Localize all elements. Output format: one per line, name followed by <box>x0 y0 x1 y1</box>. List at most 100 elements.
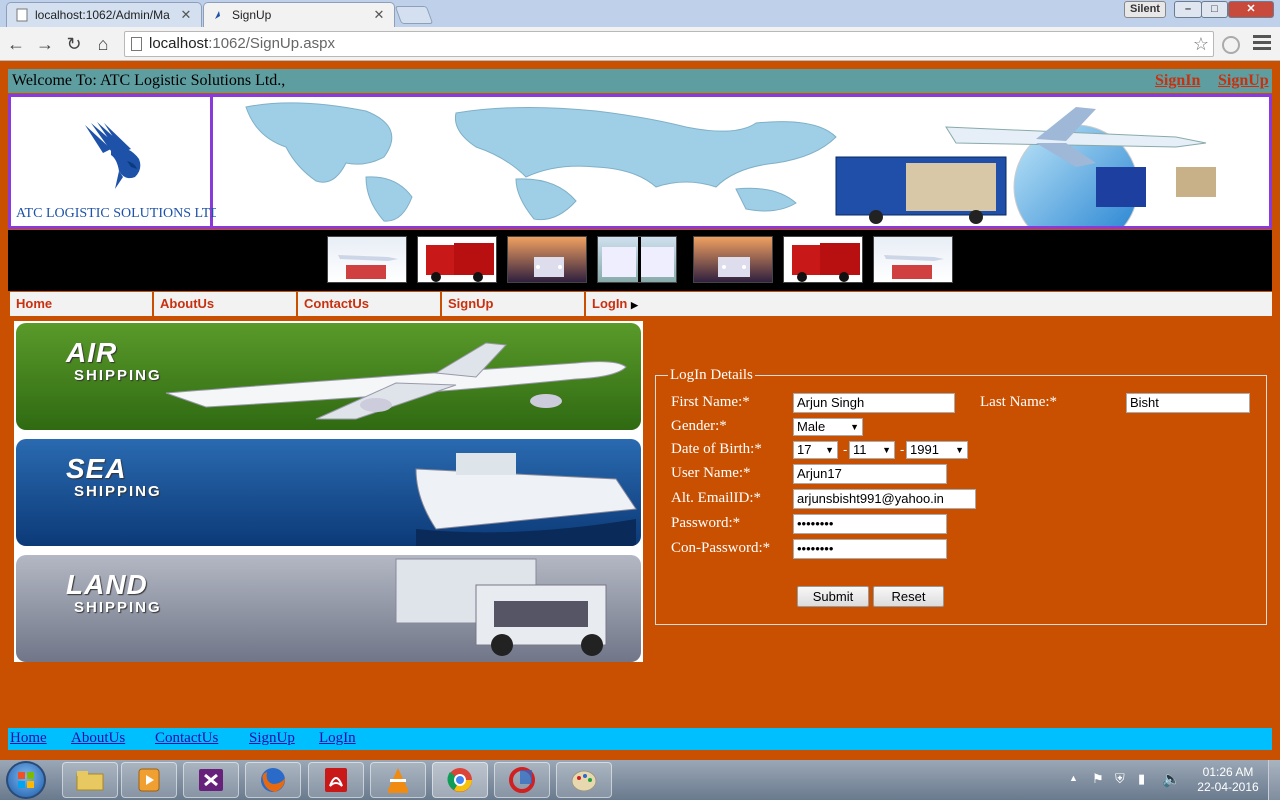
acrobat-taskbar-icon[interactable] <box>308 762 364 798</box>
clock-time: 01:26 AM <box>1202 765 1254 779</box>
footer-link-login[interactable]: LogIn <box>319 730 356 747</box>
welcome-bar: Welcome To: ATC Logistic Solutions Ltd.,… <box>8 69 1272 93</box>
submit-button[interactable]: Submit <box>797 586 869 607</box>
last-name-field[interactable]: Bisht <box>1126 393 1250 413</box>
dob-month-select[interactable]: 11 ▼ <box>849 441 895 459</box>
menu-item-contactus[interactable]: ContactUs <box>296 292 440 316</box>
signin-link[interactable]: SignIn <box>1155 72 1200 90</box>
paint-taskbar-icon[interactable] <box>556 762 612 798</box>
menu-item-home[interactable]: Home <box>8 292 152 316</box>
gender-label: Gender:* <box>671 418 727 434</box>
bookmark-star-icon[interactable]: ☆ <box>1193 32 1209 56</box>
world-map-image <box>245 102 1216 250</box>
gender-value: Male <box>797 419 826 434</box>
email-label: Alt. EmailID:* <box>671 490 761 506</box>
footer-bar: Home AboutUs ContactUs SignUp LogIn <box>8 728 1272 750</box>
windows-taskbar: ▲ ⚑ ⛨ ▮ 🔈 01:26 AM 22-04-2016 <box>0 760 1280 800</box>
footer-link-home[interactable]: Home <box>10 730 47 747</box>
browser-menu-icon[interactable] <box>1253 35 1271 53</box>
page-icon <box>15 8 29 22</box>
first-name-field[interactable]: Arjun Singh <box>793 393 955 413</box>
email-field[interactable]: arjunsbisht991@yahoo.in <box>793 489 976 509</box>
dob-year-select[interactable]: 1991 ▼ <box>906 441 968 459</box>
address-bar[interactable]: localhost:1062/SignUp.aspx ☆ <box>124 31 1214 57</box>
air-subtitle: SHIPPING <box>74 367 162 384</box>
home-icon[interactable]: ⌂ <box>91 32 115 56</box>
menu-item-aboutus[interactable]: AboutUs <box>152 292 296 316</box>
browser-tab-signup[interactable]: SignUp ✕ <box>203 2 395 27</box>
explorer-taskbar-icon[interactable] <box>62 762 118 798</box>
security-icon[interactable]: ⛨ <box>1115 771 1125 787</box>
menu-item-login[interactable]: LogIn ▶ <box>584 292 1272 316</box>
thumbnail-sunset-truck <box>693 236 773 283</box>
show-desktop-button[interactable] <box>1268 760 1280 800</box>
network-icon[interactable]: ▮ <box>1138 771 1145 787</box>
password-label: Password:* <box>671 515 741 531</box>
form-legend: LogIn Details <box>668 367 755 384</box>
dob-day-select[interactable]: 17 ▼ <box>793 441 838 459</box>
reset-button[interactable]: Reset <box>873 586 944 607</box>
new-tab-button[interactable] <box>394 6 434 24</box>
sea-title: SEA <box>66 453 127 484</box>
chevron-down-icon: ▼ <box>955 445 964 455</box>
start-button[interactable] <box>6 761 46 799</box>
browser-tab-admin[interactable]: localhost:1062/Admin/Ma ✕ <box>6 2 202 27</box>
submenu-arrow-icon: ▶ <box>631 300 638 310</box>
clock-date: 22-04-2016 <box>1197 780 1259 794</box>
vlc-taskbar-icon[interactable] <box>370 762 426 798</box>
username-field[interactable]: Arjun17 <box>793 464 947 484</box>
gender-select[interactable]: Male ▼ <box>793 418 863 436</box>
ccleaner-taskbar-icon[interactable] <box>494 762 550 798</box>
windows-logo-icon <box>18 772 34 788</box>
menu-item-login-label: LogIn <box>592 296 628 311</box>
reload-icon[interactable]: ↻ <box>62 32 86 56</box>
volume-icon[interactable]: 🔈 <box>1162 770 1181 788</box>
air-title: AIR <box>66 337 118 368</box>
password-field[interactable]: •••••••• <box>793 514 947 534</box>
chevron-down-icon: ▼ <box>825 445 834 455</box>
thumbnail-red-truck <box>417 236 497 283</box>
back-arrow-icon[interactable]: ← <box>4 32 28 56</box>
first-name-label: First Name:* <box>671 394 750 410</box>
profile-badge[interactable]: Silent <box>1124 1 1166 18</box>
confirm-password-field[interactable]: •••••••• <box>793 539 947 559</box>
close-icon[interactable]: ✕ <box>372 7 386 23</box>
firefox-taskbar-icon[interactable] <box>245 762 301 798</box>
land-subtitle: SHIPPING <box>74 599 162 616</box>
visual-studio-taskbar-icon[interactable] <box>183 762 239 798</box>
page-icon <box>131 37 142 51</box>
thumbnail-plane-truck <box>873 236 953 283</box>
thumbnail-sunset-truck <box>507 236 587 283</box>
land-shipping-card: LAND SHIPPING <box>16 555 641 662</box>
maximize-button[interactable]: □ <box>1201 1 1228 18</box>
action-center-icon[interactable]: ⚑ <box>1092 771 1104 787</box>
tray-expand-icon[interactable]: ▲ <box>1069 773 1078 783</box>
system-tray: ▲ ⚑ ⛨ ▮ 🔈 <box>1066 760 1196 800</box>
address-path: :1062/SignUp.aspx <box>208 35 335 52</box>
footer-link-signup[interactable]: SignUp <box>249 730 295 747</box>
footer-link-aboutus[interactable]: AboutUs <box>71 730 125 747</box>
dob-month-value: 11 <box>853 442 867 457</box>
sea-shipping-card: SEA SHIPPING <box>16 439 641 546</box>
footer-link-contactus[interactable]: ContactUs <box>155 730 218 747</box>
menu-item-signup[interactable]: SignUp <box>440 292 584 316</box>
dob-day-value: 17 <box>797 442 812 457</box>
tab-label: SignUp <box>232 8 272 22</box>
extension-icon[interactable] <box>1222 36 1240 54</box>
shipping-panels: AIR SHIPPING SEA SHIPPING LAND SHIPPING <box>14 321 643 662</box>
browser-toolbar: ← → ↻ ⌂ localhost:1062/SignUp.aspx ☆ <box>0 27 1280 61</box>
signup-link[interactable]: SignUp <box>1218 72 1269 90</box>
window-close-button[interactable]: ✕ <box>1228 1 1274 18</box>
dob-separator: - <box>900 442 905 457</box>
dob-label: Date of Birth:* <box>671 441 762 457</box>
close-icon[interactable]: ✕ <box>179 7 193 23</box>
chevron-down-icon: ▼ <box>882 445 891 455</box>
media-player-taskbar-icon[interactable] <box>121 762 177 798</box>
forward-arrow-icon[interactable]: → <box>33 32 57 56</box>
favicon-icon <box>212 8 226 22</box>
welcome-text: Welcome To: ATC Logistic Solutions Ltd., <box>12 72 286 89</box>
minimize-button[interactable]: – <box>1174 1 1202 18</box>
taskbar-clock[interactable]: 01:26 AM 22-04-2016 <box>1196 765 1260 795</box>
chrome-taskbar-icon[interactable] <box>432 762 488 798</box>
air-shipping-card: AIR SHIPPING <box>16 323 641 430</box>
